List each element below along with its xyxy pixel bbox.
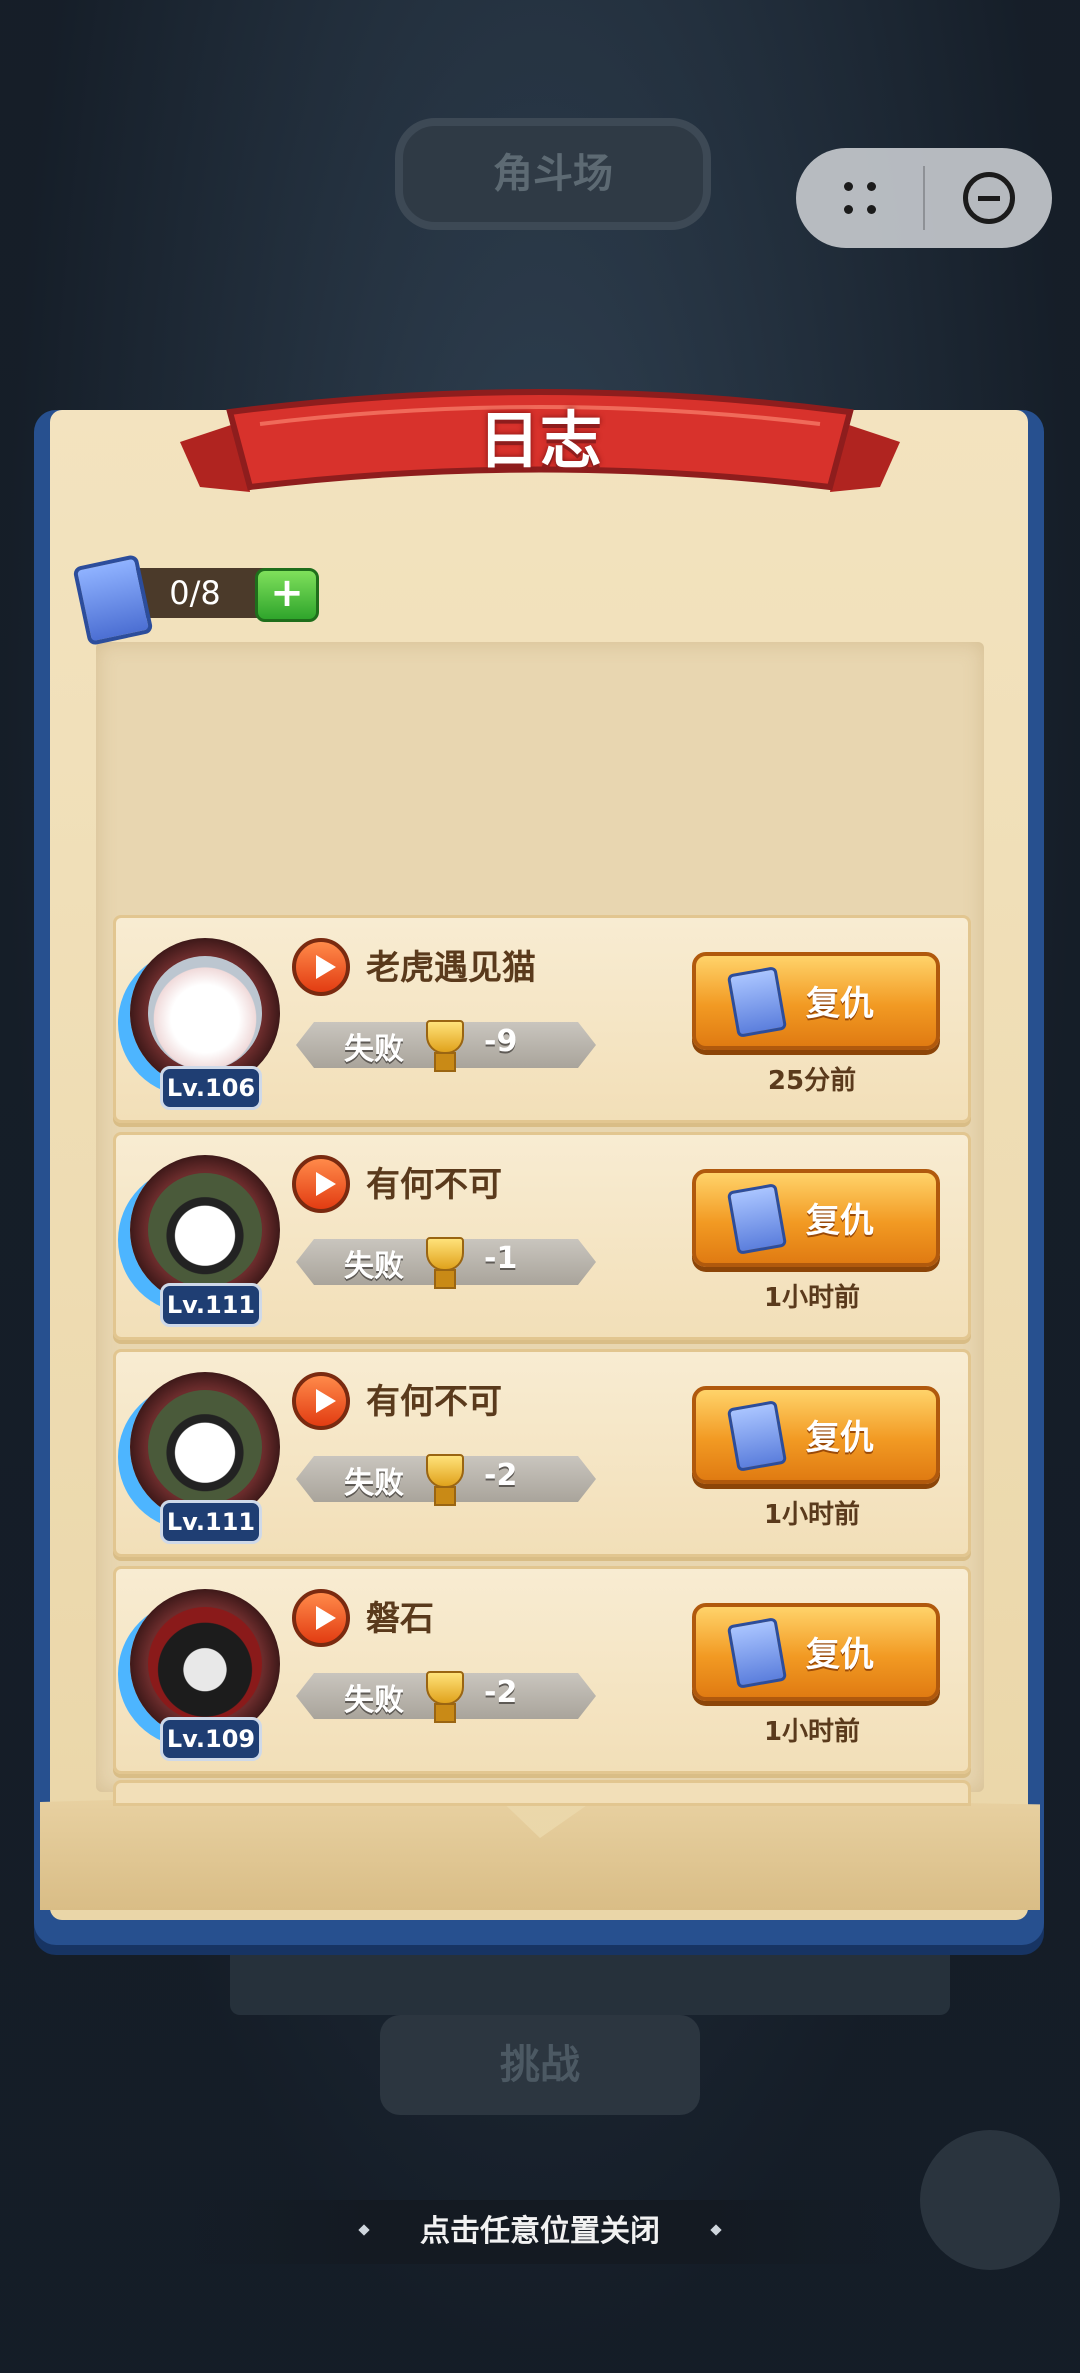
four-dot-icon: [840, 178, 880, 218]
log-entry: Lv.106 老虎遇见猫失败 -9 复仇 25分前: [113, 915, 971, 1123]
background-corner-button: [920, 2130, 1060, 2270]
revenge-label: 复仇: [806, 1635, 874, 1675]
revenge-button[interactable]: 复仇: [692, 1603, 940, 1701]
ticket-icon: [726, 966, 788, 1038]
revenge-button[interactable]: 复仇: [692, 1386, 940, 1484]
score-delta: -1: [484, 1241, 518, 1276]
revenge-label: 复仇: [806, 1418, 874, 1458]
revenge-button[interactable]: 复仇: [692, 952, 940, 1050]
opponent-avatar[interactable]: Lv.109: [110, 1577, 300, 1767]
score-delta: -9: [484, 1024, 518, 1059]
ticket-icon: [726, 1183, 788, 1255]
mini-program-capsule: [796, 148, 1052, 248]
replay-play-icon[interactable]: [292, 1372, 350, 1430]
level-badge: Lv.111: [160, 1500, 262, 1544]
log-entry: Lv.109 磐石失败 -2 复仇 1小时前: [113, 1566, 971, 1774]
result-label: 失败: [344, 1032, 404, 1067]
avatar-image: [148, 1173, 262, 1287]
close-hint[interactable]: 点击任意位置关闭: [190, 2204, 890, 2260]
revenge-button[interactable]: 复仇: [692, 1169, 940, 1267]
replay-play-icon[interactable]: [292, 1155, 350, 1213]
plus-icon: +: [270, 570, 304, 616]
avatar-image: [148, 956, 262, 1070]
capsule-close-button[interactable]: [925, 148, 1052, 248]
opponent-name: 有何不可: [366, 1165, 502, 1205]
score-delta: -2: [484, 1458, 518, 1493]
trophy-icon: [418, 1450, 468, 1506]
background-challenge-button: 挑战: [380, 2015, 700, 2115]
trophy-icon: [418, 1016, 468, 1072]
result-label: 失败: [344, 1249, 404, 1284]
trophy-icon: [418, 1667, 468, 1723]
replay-play-icon[interactable]: [292, 1589, 350, 1647]
log-entry: Lv.111 有何不可失败 -1 复仇 1小时前: [113, 1132, 971, 1340]
partial-list-item: [113, 1780, 971, 1806]
level-badge: Lv.111: [160, 1283, 262, 1327]
minus-circle-icon: [962, 172, 1015, 224]
ticket-icon: [726, 1400, 788, 1472]
opponent-avatar[interactable]: Lv.111: [110, 1360, 300, 1550]
revenge-label: 复仇: [806, 1201, 874, 1241]
ticket-icon: [726, 1617, 788, 1689]
background-arena-title: 角斗场: [395, 118, 711, 230]
panel-title: 日志: [477, 404, 602, 477]
score-delta: -2: [484, 1675, 518, 1710]
ticket-count: 0/8: [169, 574, 221, 612]
add-ticket-button[interactable]: +: [255, 568, 319, 622]
avatar-image: [148, 1607, 262, 1721]
time-ago: 1小时前: [763, 1500, 861, 1530]
time-ago: 1小时前: [763, 1717, 861, 1747]
background-bottom-row: [230, 1945, 950, 2015]
replay-play-icon[interactable]: [292, 938, 350, 996]
opponent-name: 有何不可: [366, 1382, 502, 1422]
revenge-label: 复仇: [806, 984, 874, 1024]
opponent-avatar[interactable]: Lv.111: [110, 1143, 300, 1333]
log-entry: Lv.111 有何不可失败 -2 复仇 1小时前: [113, 1349, 971, 1557]
trophy-icon: [418, 1233, 468, 1289]
capsule-more-button[interactable]: [796, 148, 923, 248]
result-label: 失败: [344, 1466, 404, 1501]
time-ago: 1小时前: [763, 1283, 861, 1313]
level-badge: Lv.109: [160, 1717, 262, 1761]
opponent-name: 老虎遇见猫: [366, 948, 536, 988]
opponent-name: 磐石: [366, 1599, 434, 1639]
time-ago: 25分前: [767, 1066, 857, 1096]
avatar-image: [148, 1390, 262, 1504]
opponent-avatar[interactable]: Lv.106: [110, 926, 300, 1116]
level-badge: Lv.106: [160, 1066, 262, 1110]
result-label: 失败: [344, 1683, 404, 1718]
